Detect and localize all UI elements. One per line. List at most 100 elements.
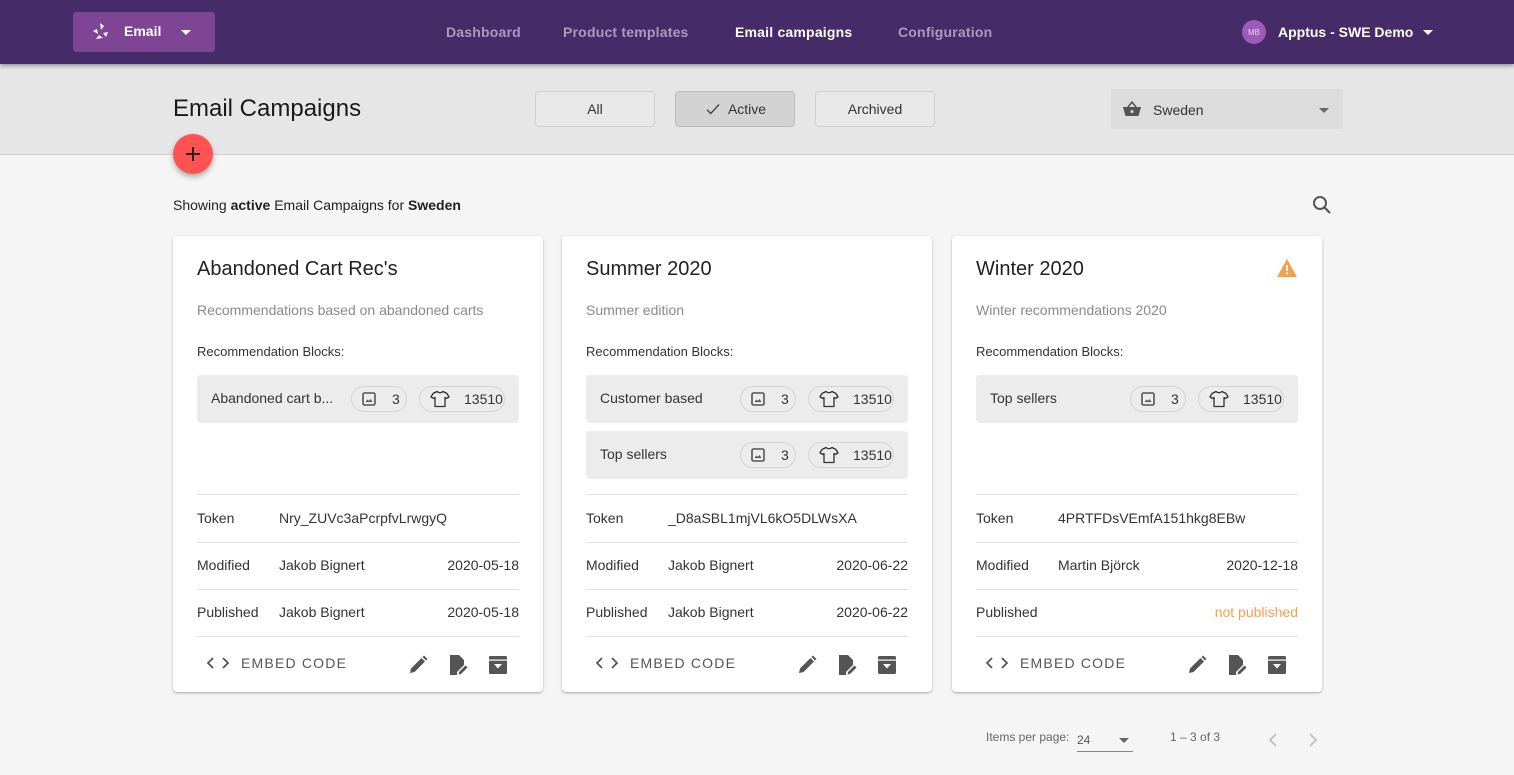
recommendation-block[interactable]: Abandoned cart b... 3 13510 (197, 375, 519, 423)
modified-label: Modified (586, 557, 639, 573)
token-label: Token (976, 510, 1014, 526)
modified-label: Modified (197, 557, 250, 573)
embed-code-button[interactable]: EMBED CODE (207, 655, 347, 671)
image-icon (751, 448, 773, 462)
summary-store: Sweden (408, 197, 461, 213)
token-label: Token (586, 510, 624, 526)
nav-configuration[interactable]: Configuration (898, 24, 992, 40)
recommendation-block[interactable]: Top sellers 3 13510 (976, 375, 1298, 423)
caret-down-icon (1119, 738, 1129, 743)
warning-icon (1277, 259, 1297, 277)
embed-code-label: EMBED CODE (630, 655, 737, 671)
campaign-description: Recommendations based on abandoned carts (197, 302, 484, 318)
image-icon (362, 392, 384, 406)
filter-active-button[interactable]: Active (675, 91, 795, 127)
product-count: 13510 (464, 391, 503, 407)
filter-archived-button[interactable]: Archived (815, 91, 935, 127)
items-per-page-value: 24 (1077, 733, 1091, 747)
image-count-chip: 3 (740, 386, 796, 412)
nav-product-templates[interactable]: Product templates (563, 24, 689, 40)
nav-dashboard[interactable]: Dashboard (446, 24, 521, 40)
basket-icon (1123, 101, 1141, 116)
code-icon (596, 657, 618, 669)
modified-date: 2020-06-22 (836, 557, 908, 573)
block-name: Customer based (600, 390, 703, 406)
campaign-card: Abandoned Cart Rec's Recommendations bas… (173, 236, 543, 692)
edit-pencil-icon[interactable] (795, 653, 819, 677)
search-icon[interactable] (1309, 192, 1335, 218)
token-value: _D8aSBL1mjVL6kO5DLWsXA (668, 510, 857, 526)
embed-code-button[interactable]: EMBED CODE (596, 655, 736, 671)
campaign-description: Winter recommendations 2020 (976, 302, 1167, 318)
store-select[interactable]: Sweden (1111, 89, 1343, 129)
filter-all-button[interactable]: All (535, 91, 655, 127)
product-count: 13510 (1243, 391, 1282, 407)
divider (586, 494, 908, 495)
app-switcher-button[interactable]: Email (73, 12, 215, 52)
blocks-label: Recommendation Blocks: (586, 344, 734, 359)
filter-all-label: All (587, 101, 603, 117)
token-value: 4PRTFDsVEmfA151hkg8EBw (1058, 510, 1246, 526)
app-switcher-label: Email (124, 23, 162, 39)
store-select-value: Sweden (1153, 102, 1204, 118)
edit-pencil-icon[interactable] (406, 653, 430, 677)
campaign-title: Abandoned Cart Rec's (197, 258, 398, 280)
block-name: Top sellers (990, 390, 1057, 406)
add-campaign-button[interactable] (173, 134, 213, 174)
image-count: 3 (781, 447, 789, 463)
published-label: Published (197, 604, 259, 620)
divider (976, 589, 1298, 590)
nav-email-campaigns[interactable]: Email campaigns (735, 24, 852, 40)
code-icon (207, 657, 229, 669)
account-menu[interactable]: MB Apptus - SWE Demo (1242, 20, 1434, 44)
embed-code-label: EMBED CODE (241, 655, 348, 671)
modified-date: 2020-12-18 (1226, 557, 1298, 573)
edit-document-icon[interactable] (835, 653, 859, 677)
divider (586, 589, 908, 590)
divider (197, 542, 519, 543)
published-by: Jakob Bignert (279, 604, 365, 620)
summary-prefix: Showing (173, 197, 227, 213)
divider (976, 542, 1298, 543)
product-count: 13510 (853, 391, 892, 407)
divider (586, 542, 908, 543)
blocks-label: Recommendation Blocks: (197, 344, 345, 359)
summary-status: active (230, 197, 271, 213)
recommendation-block[interactable]: Top sellers 3 13510 (586, 431, 908, 479)
modified-label: Modified (976, 557, 1029, 573)
edit-document-icon[interactable] (1225, 653, 1249, 677)
product-count-chip: 13510 (1198, 386, 1284, 412)
recommendation-block[interactable]: Customer based 3 13510 (586, 375, 908, 423)
filter-active-label: Active (727, 101, 767, 117)
caret-down-icon (1319, 108, 1329, 113)
page-range: 1 – 3 of 3 (1170, 730, 1221, 744)
divider (197, 636, 519, 637)
image-count-chip: 3 (351, 386, 407, 412)
image-count: 3 (1171, 391, 1179, 407)
edit-document-icon[interactable] (446, 653, 470, 677)
shirt-icon (819, 390, 847, 408)
token-value: Nry_ZUVc3aPcrpfvLrwgyQ (279, 510, 448, 526)
plus-icon (186, 147, 200, 161)
filter-summary: Showing active Email Campaigns for Swede… (173, 197, 461, 213)
archive-icon[interactable] (1265, 653, 1289, 677)
published-label: Published (586, 604, 648, 620)
shirt-icon (430, 390, 458, 408)
previous-page-button[interactable] (1261, 728, 1285, 752)
published-date: 2020-06-22 (836, 604, 908, 620)
edit-pencil-icon[interactable] (1185, 653, 1209, 677)
caret-down-icon (181, 30, 191, 35)
summary-middle: Email Campaigns for (274, 197, 405, 213)
divider (197, 494, 519, 495)
next-page-button[interactable] (1301, 728, 1325, 752)
product-count-chip: 13510 (808, 386, 894, 412)
archive-icon[interactable] (486, 653, 510, 677)
archive-icon[interactable] (875, 653, 899, 677)
items-per-page-select[interactable]: 24 (1077, 730, 1133, 752)
shirt-icon (1209, 390, 1237, 408)
page-title: Email Campaigns (173, 95, 362, 122)
modified-by: Jakob Bignert (668, 557, 754, 573)
published-label: Published (976, 604, 1038, 620)
image-count-chip: 3 (1130, 386, 1186, 412)
embed-code-button[interactable]: EMBED CODE (986, 655, 1126, 671)
